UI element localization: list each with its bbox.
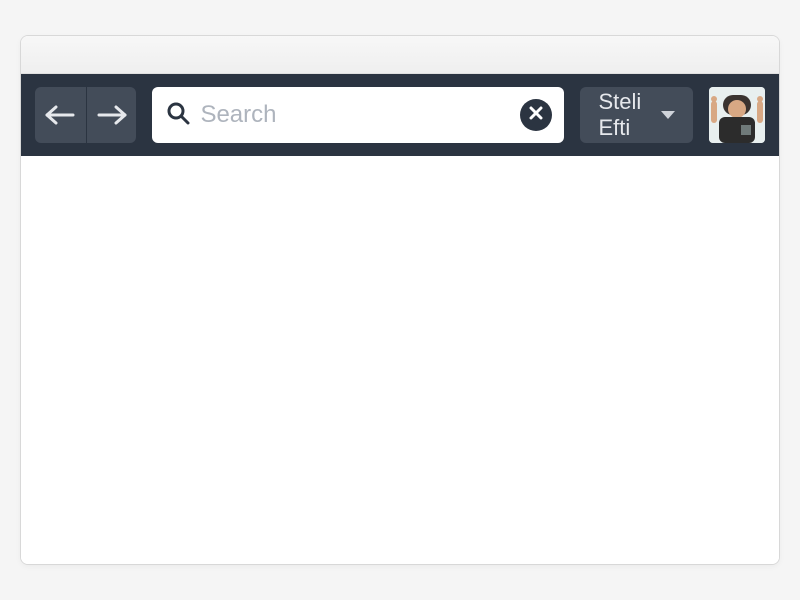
chevron-down-icon (661, 111, 675, 119)
app-window: Steli Efti (20, 35, 780, 565)
nav-buttons (35, 87, 136, 143)
window-titlebar (21, 36, 779, 74)
back-button[interactable] (35, 87, 86, 143)
user-avatar[interactable] (709, 87, 765, 143)
user-dropdown[interactable]: Steli Efti (580, 87, 693, 143)
user-name-label: Steli Efti (598, 89, 647, 141)
content-area (21, 156, 779, 564)
arrow-right-icon (95, 105, 129, 125)
search-input[interactable] (200, 101, 510, 129)
close-icon (529, 106, 543, 125)
search-icon (166, 101, 190, 130)
arrow-left-icon (43, 105, 77, 125)
forward-button[interactable] (86, 87, 137, 143)
search-box (152, 87, 564, 143)
toolbar: Steli Efti (21, 74, 779, 156)
clear-search-button[interactable] (520, 99, 552, 131)
